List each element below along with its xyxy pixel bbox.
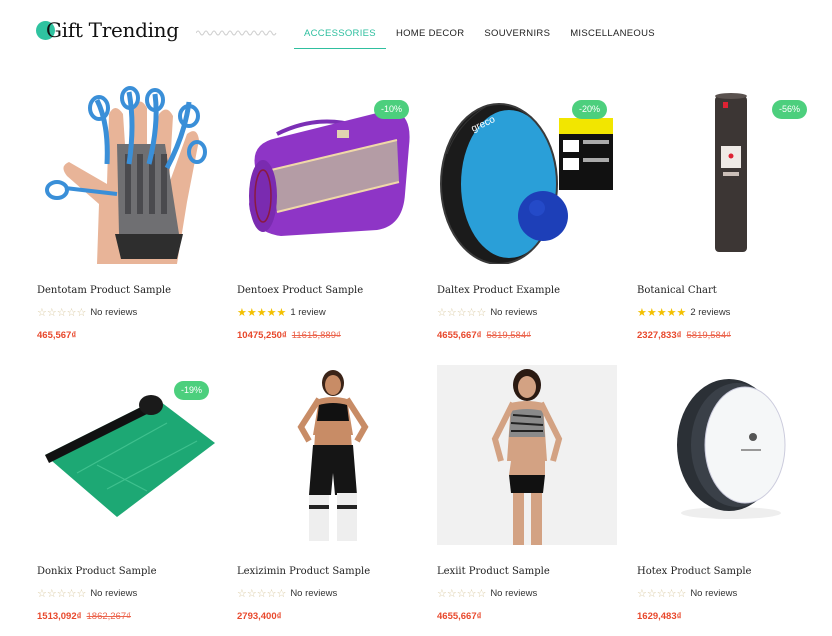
product-price: 465,567₫ [37, 330, 76, 341]
discount-badge: -10% [374, 100, 410, 119]
star-rating-icon: ☆☆☆☆☆ [37, 307, 87, 319]
product-rating: ☆☆☆☆☆ No reviews [237, 587, 337, 600]
product-price: 2327,833₫ 5819,584₫ [637, 330, 731, 341]
current-price: 4655,667₫ [437, 611, 482, 622]
star-rating-icon: ☆☆☆☆☆ [437, 588, 487, 600]
old-price: 11615,889₫ [291, 330, 341, 341]
current-price: 2327,833₫ [637, 330, 682, 341]
sports-bra-woman-image [437, 365, 617, 545]
product-price: 2793,400₫ [237, 611, 282, 622]
site-header: Gift Trending ACCESSORIES HOME DECOR SOU… [0, 0, 832, 70]
current-price: 4655,667₫ [437, 330, 482, 341]
product-image[interactable] [637, 365, 817, 545]
product-image[interactable]: greco -20% [437, 84, 617, 264]
product-price: 4655,667₫ [437, 611, 482, 622]
review-count: 1 review [290, 307, 326, 318]
current-price: 1629,483₫ [637, 611, 682, 622]
star-rating-icon: ☆☆☆☆☆ [37, 588, 87, 600]
current-price: 1513,092₫ [37, 611, 82, 622]
product-rating: ☆☆☆☆☆ No reviews [37, 306, 137, 319]
product-rating: ★★★★★ 2 reviews [637, 306, 730, 319]
product-image[interactable]: -19% [37, 365, 217, 545]
product-rating: ★★★★★ 1 review [237, 306, 326, 319]
product-rating: ☆☆☆☆☆ No reviews [437, 587, 537, 600]
star-rating-icon: ★★★★★ [637, 307, 687, 319]
main-nav: ACCESSORIES HOME DECOR SOUVERNIRS MISCEL… [294, 22, 665, 49]
product-image[interactable] [237, 365, 417, 545]
star-rating-icon: ☆☆☆☆☆ [437, 307, 487, 319]
product-image[interactable] [37, 84, 217, 264]
nav-accessories[interactable]: ACCESSORIES [294, 22, 386, 49]
product-price: 1629,483₫ [637, 611, 682, 622]
old-price: 1862,267₫ [86, 611, 132, 622]
star-rating-icon: ☆☆☆☆☆ [637, 588, 687, 600]
star-rating-icon: ★★★★★ [237, 307, 287, 319]
review-count: No reviews [90, 307, 138, 318]
product-image[interactable]: -10% [237, 84, 417, 264]
discount-badge: -20% [572, 100, 608, 119]
review-count: No reviews [290, 588, 338, 599]
product-price: 1513,092₫ 1862,267₫ [37, 611, 131, 622]
fitness-woman-image [237, 365, 417, 545]
old-price: 5819,584₫ [486, 330, 532, 341]
product-price: 4655,667₫ 5819,584₫ [437, 330, 531, 341]
product-title[interactable]: Donkix Product Sample [37, 566, 157, 577]
product-title[interactable]: Dentoex Product Sample [237, 285, 363, 296]
current-price: 465,567₫ [37, 330, 77, 341]
nav-home-decor[interactable]: HOME DECOR [386, 22, 474, 49]
review-count: No reviews [490, 588, 538, 599]
nav-souvenirs[interactable]: SOUVERNIRS [474, 22, 560, 49]
product-title[interactable]: Dentotam Product Sample [37, 285, 171, 296]
review-count: No reviews [490, 307, 538, 318]
discount-badge: -56% [772, 100, 808, 119]
product-rating: ☆☆☆☆☆ No reviews [637, 587, 737, 600]
star-rating-icon: ☆☆☆☆☆ [237, 588, 287, 600]
wave-divider-icon [196, 30, 277, 36]
current-price: 2793,400₫ [237, 611, 282, 622]
nav-miscellaneous[interactable]: MISCELLANEOUS [560, 22, 665, 49]
discount-badge: -19% [174, 381, 210, 400]
white-yoga-wheel-image [637, 365, 817, 545]
review-count: No reviews [90, 588, 138, 599]
product-title[interactable]: Lexiit Product Sample [437, 566, 550, 577]
product-image[interactable] [437, 365, 617, 545]
current-price: 10475,250₫ [237, 330, 287, 341]
product-title[interactable]: Lexizimin Product Sample [237, 566, 370, 577]
product-rating: ☆☆☆☆☆ No reviews [37, 587, 137, 600]
product-title[interactable]: Daltex Product Example [437, 285, 560, 296]
product-price: 10475,250₫ 11615,889₫ [237, 330, 341, 341]
logo-text: Gift Trending [46, 18, 179, 42]
hand-exerciser-image [37, 84, 217, 264]
review-count: 2 reviews [690, 307, 731, 318]
product-rating: ☆☆☆☆☆ No reviews [437, 306, 537, 319]
review-count: No reviews [690, 588, 738, 599]
product-title[interactable]: Hotex Product Sample [637, 566, 751, 577]
product-title[interactable]: Botanical Chart [637, 285, 717, 296]
product-image[interactable]: -56% [637, 84, 817, 264]
old-price: 5819,584₫ [686, 330, 732, 341]
